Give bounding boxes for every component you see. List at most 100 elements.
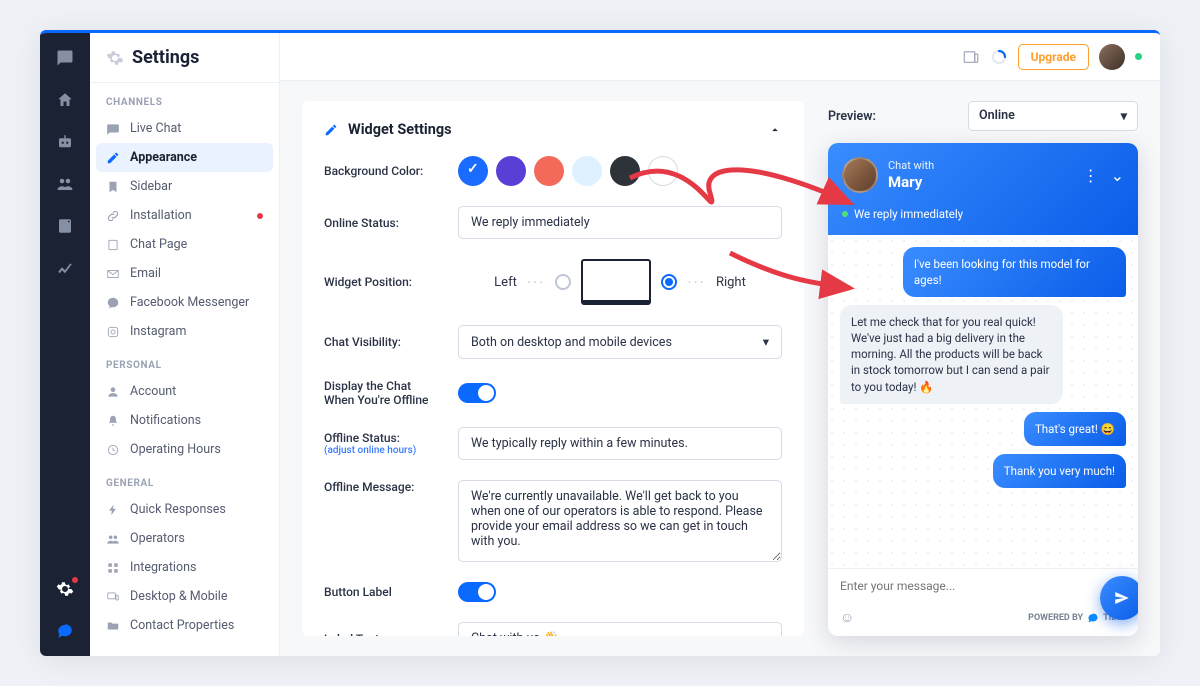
menu-dots-icon[interactable]: ⋮ [1083,166,1099,185]
rail-home-icon[interactable] [55,90,75,110]
chevron-up-icon[interactable] [768,123,782,137]
user-icon [106,385,120,399]
messenger-icon [106,296,120,310]
color-swatches: ⋯ [458,156,678,186]
sidebar-item-sidebar[interactable]: Sidebar [90,172,279,201]
alert-dot [257,213,263,219]
emoji-icon[interactable]: ☺ [840,609,854,626]
mail-icon [106,267,120,281]
sidebar-item-operators[interactable]: Operators [90,524,279,553]
button-label-label: Button Label [324,585,444,599]
powered-by-label: POWERED BY [1028,613,1083,623]
offline-status-label: Offline Status: [324,431,444,445]
sidebar-item-operating-hours[interactable]: Operating Hours [90,435,279,464]
widget-status-text: We reply immediately [854,207,963,221]
chevron-down-icon[interactable]: ⌄ [1111,166,1124,185]
page-title: Settings [132,47,199,68]
upgrade-button[interactable]: Upgrade [1018,44,1089,70]
rail-people-icon[interactable] [55,174,75,194]
rail-bot-icon[interactable] [55,132,75,152]
bolt-icon [106,503,120,517]
online-status-input[interactable] [458,206,782,239]
chat-message-input[interactable] [840,579,1126,593]
label-text-input[interactable] [458,622,782,636]
operator-name: Mary [888,173,922,191]
chat-message: I've been looking for this model for age… [903,247,1126,297]
sidebar-item-label: Chat Page [130,237,187,252]
preview-label: Preview: [828,109,876,124]
widget-settings-panel: Widget Settings Background Color: ⋯ Onli… [302,101,804,636]
more-colors-button[interactable]: ⋯ [648,156,678,186]
gear-icon [106,49,124,67]
topbar: Upgrade [280,33,1160,81]
sidebar-item-installation[interactable]: Installation [90,201,279,230]
preview-column: Preview: Online▾ Chat with Mary [828,101,1138,636]
preview-mode-select[interactable]: Online▾ [968,101,1138,131]
chat-visibility-select[interactable]: Both on desktop and mobile devices ▾ [458,325,782,359]
widget-pos-left-radio[interactable] [555,274,571,290]
color-swatch[interactable] [572,156,602,186]
send-button[interactable] [1100,576,1138,620]
instagram-icon [106,325,120,339]
color-swatch[interactable] [610,156,640,186]
tidio-logo-icon [1087,612,1099,624]
sidebar-item-instagram[interactable]: Instagram [90,317,279,346]
devices-icon [106,590,120,604]
sidebar-item-notifications[interactable]: Notifications [90,406,279,435]
page-icon [106,238,120,252]
sidebar-item-live-chat[interactable]: Live Chat [90,114,279,143]
pos-left-label: Left [494,275,517,290]
sidebar-item-chat-page[interactable]: Chat Page [90,230,279,259]
avatar[interactable] [1099,44,1125,70]
sidebar-item-email[interactable]: Email [90,259,279,288]
rail-settings-icon[interactable] [55,579,75,599]
operator-avatar [842,157,878,193]
rail-book-icon[interactable] [55,216,75,236]
sidebar-item-appearance[interactable]: Appearance [96,143,273,172]
button-label-toggle[interactable] [458,582,496,602]
sidebar-item-label: Integrations [130,560,196,575]
sidebar-item-quick-responses[interactable]: Quick Responses [90,495,279,524]
widget-position-label: Widget Position: [324,275,444,289]
bookmark-icon [106,180,120,194]
pencil-icon [106,151,120,165]
sidebar-item-desktop-mobile[interactable]: Desktop & Mobile [90,582,279,611]
sidebar-item-label: Appearance [130,150,197,165]
rail-analytics-icon[interactable] [55,258,75,278]
color-swatch[interactable] [458,156,488,186]
color-swatch[interactable] [496,156,526,186]
display-offline-toggle[interactable] [458,383,496,403]
widget-pos-right-radio[interactable] [661,274,677,290]
news-icon[interactable] [962,48,980,66]
pencil-icon [324,123,338,137]
display-offline-label: Display the Chat When You're Offline [324,379,444,407]
offline-message-textarea[interactable] [458,480,782,562]
chat-widget-preview: Chat with Mary ⋮ ⌄ We reply immediately [828,143,1138,636]
bell-icon [106,414,120,428]
sidebar-item-contact-properties[interactable]: Contact Properties [90,611,279,640]
sidebar-item-label: Installation [130,208,192,223]
sidebar-section-title: GENERAL [90,464,279,495]
rail-tidio-icon[interactable] [55,621,75,641]
sidebar-item-integrations[interactable]: Integrations [90,553,279,582]
adjust-hours-link[interactable]: (adjust online hours) [324,445,444,456]
rail-chat-icon[interactable] [55,48,75,68]
settings-sidebar: Settings CHANNELSLive ChatAppearanceSide… [90,33,280,656]
nav-rail [40,33,90,656]
sidebar-item-facebook-messenger[interactable]: Facebook Messenger [90,288,279,317]
folder-icon [106,619,120,633]
sidebar-item-label: Contact Properties [130,618,234,633]
label-text-label: Label Text [324,632,444,637]
chat-message: That's great! 😄 [1024,412,1126,446]
color-swatch[interactable] [534,156,564,186]
sidebar-item-label: Instagram [130,324,186,339]
chat-message: Let me check that for you real quick! We… [840,305,1063,403]
screen-illustration [581,259,651,305]
offline-status-input[interactable] [458,427,782,460]
sidebar-item-label: Facebook Messenger [130,295,249,310]
link-icon [106,209,120,223]
progress-icon[interactable] [990,48,1008,66]
sidebar-item-label: Sidebar [130,179,172,194]
sidebar-item-account[interactable]: Account [90,377,279,406]
sidebar-item-label: Notifications [130,413,201,428]
